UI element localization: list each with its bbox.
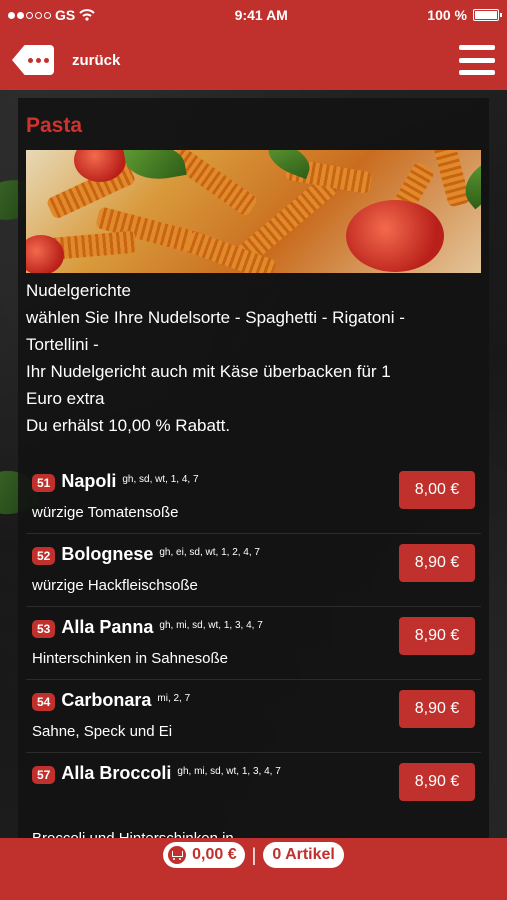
description-line: Tortellini - bbox=[26, 335, 99, 354]
category-title: Pasta bbox=[26, 114, 83, 137]
cart-count-button[interactable]: 0 Artikel bbox=[263, 842, 344, 868]
item-number-badge: 52 bbox=[32, 547, 56, 565]
add-to-cart-price-button[interactable]: 8,00 € bbox=[399, 471, 475, 509]
add-to-cart-price-button[interactable]: 8,90 € bbox=[399, 763, 475, 801]
item-name: Carbonara bbox=[61, 690, 152, 710]
item-header: 52 Bolognese gh, ei, sd, wt, 1, 2, 4, 7 bbox=[32, 544, 392, 565]
back-arrow-icon bbox=[12, 45, 54, 75]
menu-item[interactable]: 51 Napoli gh, sd, wt, 1, 4, 7 würzige To… bbox=[26, 461, 481, 534]
status-right: 100 % bbox=[427, 7, 502, 23]
item-subtitle: Sahne, Speck und Ei bbox=[32, 723, 173, 740]
item-allergens: gh, mi, sd, wt, 1, 3, 4, 7 bbox=[159, 620, 263, 631]
signal-icon bbox=[8, 11, 51, 19]
add-to-cart-price-button[interactable]: 8,90 € bbox=[399, 690, 475, 728]
battery-percent: 100 % bbox=[427, 7, 467, 23]
battery-icon bbox=[472, 9, 502, 21]
menu-item[interactable]: 53 Alla Panna gh, mi, sd, wt, 1, 3, 4, 7… bbox=[26, 607, 481, 680]
cart-separator: | bbox=[251, 845, 257, 865]
item-subtitle: würzige Tomatensoße bbox=[32, 504, 179, 521]
item-subtitle: würzige Hackfleischsoße bbox=[32, 577, 198, 594]
menu-item[interactable]: 54 Carbonara mi, 2, 7 Sahne, Speck und E… bbox=[26, 680, 481, 753]
description-line: Du erhälst 10,00 % Rabatt. bbox=[26, 416, 231, 435]
item-allergens: gh, mi, sd, wt, 1, 3, 4, 7 bbox=[177, 766, 281, 777]
category-description: Nudelgerichte wählen Sie Ihre Nudelsorte… bbox=[18, 273, 489, 439]
status-time: 9:41 AM bbox=[234, 7, 288, 23]
wifi-icon bbox=[79, 9, 95, 21]
add-to-cart-price-button[interactable]: 8,90 € bbox=[399, 617, 475, 655]
pasta-image bbox=[26, 150, 481, 273]
add-to-cart-price-button[interactable]: 8,90 € bbox=[399, 544, 475, 582]
description-line: Ihr Nudelgericht auch mit Käse überbacke… bbox=[26, 362, 391, 381]
menu-item[interactable]: 57 Alla Broccoli gh, mi, sd, wt, 1, 3, 4… bbox=[26, 753, 481, 838]
item-header: 57 Alla Broccoli gh, mi, sd, wt, 1, 3, 4… bbox=[32, 763, 392, 784]
cart-total: 0,00 € bbox=[192, 846, 237, 863]
item-allergens: gh, sd, wt, 1, 4, 7 bbox=[122, 474, 199, 485]
item-name: Alla Panna bbox=[61, 617, 154, 637]
item-number-badge: 51 bbox=[32, 474, 56, 492]
item-number-badge: 54 bbox=[32, 693, 56, 711]
description-line: Euro extra bbox=[26, 389, 105, 408]
shopping-cart-icon bbox=[168, 846, 187, 864]
item-subtitle: Broccoli und Hinterschinken in bbox=[32, 830, 234, 838]
back-label: zurück bbox=[72, 51, 121, 69]
item-header: 51 Napoli gh, sd, wt, 1, 4, 7 bbox=[32, 471, 392, 492]
description-line: Nudelgerichte bbox=[26, 281, 131, 300]
item-header: 54 Carbonara mi, 2, 7 bbox=[32, 690, 392, 711]
navigation-bar: zurück bbox=[0, 30, 507, 90]
status-left: GS bbox=[8, 7, 95, 23]
back-button[interactable]: zurück bbox=[12, 45, 120, 75]
cart-total-button[interactable]: 0,00 € bbox=[163, 842, 245, 868]
item-number-badge: 57 bbox=[32, 766, 56, 784]
item-subtitle: Hinterschinken in Sahnesoße bbox=[32, 650, 228, 667]
item-name: Napoli bbox=[61, 471, 117, 491]
item-allergens: gh, ei, sd, wt, 1, 2, 4, 7 bbox=[159, 547, 260, 558]
menu-item-list: 51 Napoli gh, sd, wt, 1, 4, 7 würzige To… bbox=[18, 461, 489, 838]
item-name: Bolognese bbox=[61, 544, 154, 564]
menu-content[interactable]: Pasta Nudelgerichte wählen Sie Ihre Nude… bbox=[18, 98, 489, 838]
cart-bar: 0,00 € | 0 Artikel bbox=[0, 838, 507, 900]
item-name: Alla Broccoli bbox=[61, 763, 172, 783]
description-line: wählen Sie Ihre Nudelsorte - Spaghetti -… bbox=[26, 308, 405, 327]
item-number-badge: 53 bbox=[32, 620, 56, 638]
item-allergens: mi, 2, 7 bbox=[157, 693, 191, 704]
hamburger-menu-icon[interactable] bbox=[459, 45, 495, 75]
menu-item[interactable]: 52 Bolognese gh, ei, sd, wt, 1, 2, 4, 7 … bbox=[26, 534, 481, 607]
status-bar: GS 9:41 AM 100 % bbox=[0, 0, 507, 30]
item-header: 53 Alla Panna gh, mi, sd, wt, 1, 3, 4, 7 bbox=[32, 617, 392, 638]
carrier-label: GS bbox=[55, 7, 76, 23]
